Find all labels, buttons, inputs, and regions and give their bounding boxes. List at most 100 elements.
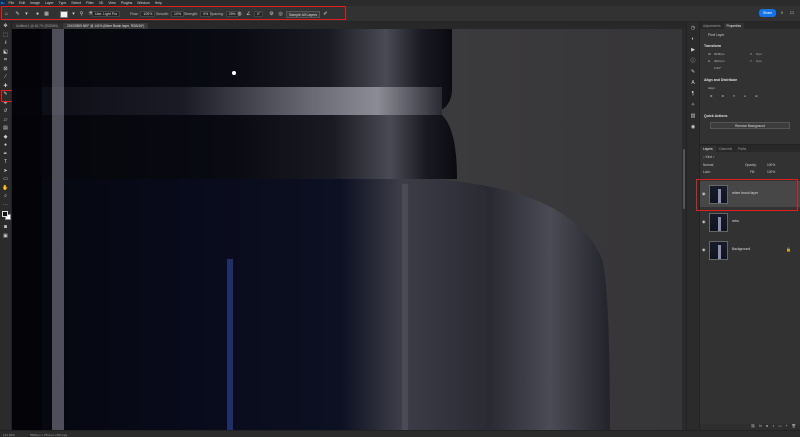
marquee-tool-icon[interactable]: ⬚ [0, 31, 11, 40]
fx-icon[interactable]: fx [759, 424, 762, 430]
height-value[interactable]: 4024 px [714, 59, 725, 63]
eyedropper-tool-icon[interactable]: ⁄ [0, 73, 11, 82]
sample-all-layers-button[interactable]: Sample All Layers [286, 10, 321, 18]
path-select-tool-icon[interactable]: ➤ [0, 167, 11, 176]
airbrush-icon[interactable]: ◍ [236, 11, 243, 18]
transform-heading[interactable]: Transform [704, 44, 721, 48]
tab-channels[interactable]: Channels [716, 146, 735, 152]
dodge-tool-icon[interactable]: ● [0, 141, 11, 150]
adjustment-icon[interactable]: ◑ [772, 424, 774, 430]
home-icon[interactable]: ⌂ [3, 11, 10, 18]
move-tool-icon[interactable]: ✥ [0, 22, 11, 31]
healing-tool-icon[interactable]: ✚ [0, 82, 11, 91]
flow-input[interactable]: 100% [140, 11, 156, 17]
layer-name[interactable]: mixer brush layer [732, 191, 758, 195]
mixer-brush-tool-icon[interactable]: ✎ [0, 90, 11, 99]
pen-pressure-icon[interactable]: ✐ [322, 11, 329, 18]
brush-settings-icon[interactable]: ▦ [43, 11, 50, 18]
history-brush-tool-icon[interactable]: ↺ [0, 107, 11, 116]
link-layers-icon[interactable]: ⛓ [751, 424, 755, 430]
align-heading[interactable]: Align and Distribute [704, 78, 737, 82]
y-value[interactable]: 0 px [756, 59, 762, 63]
load-brush-icon[interactable]: ⚲ [78, 11, 85, 18]
delete-layer-icon[interactable]: 🗑 [792, 424, 796, 430]
libraries-icon[interactable]: ▥ [687, 110, 699, 121]
settings-icon[interactable]: ⚙ [268, 11, 275, 18]
fill-input[interactable]: 100% [767, 170, 775, 174]
layers-panel: Layers Channels Paths ⌕ Kind ▾ Normal Op… [700, 144, 800, 430]
history-icon[interactable]: ◷ [687, 22, 699, 33]
properties-tabs: Adjustments Properties [700, 22, 800, 29]
tab-properties[interactable]: Properties [723, 23, 745, 29]
foreground-color-swatch[interactable] [2, 211, 8, 217]
info-icon[interactable]: ⓘ [687, 55, 699, 66]
chevron-down-icon[interactable]: ▾ [70, 11, 77, 18]
frame-tool-icon[interactable]: ⊠ [0, 65, 11, 74]
quick-mask-icon[interactable]: ◙ [0, 223, 11, 232]
opacity-input[interactable]: 100% [767, 163, 775, 167]
load-swatch[interactable] [60, 10, 68, 18]
learn-icon[interactable]: ✧ [687, 99, 699, 110]
new-layer-icon[interactable]: + [786, 424, 788, 430]
angle-input[interactable]: 0° [254, 11, 264, 17]
blur-tool-icon[interactable]: ◆ [0, 133, 11, 142]
tab-adjustments[interactable]: Adjustments [700, 23, 724, 29]
play-icon[interactable]: ▶ [687, 44, 699, 55]
share-button[interactable]: Share [759, 9, 776, 17]
y-label: Y [750, 59, 753, 63]
mixer-brush-icon[interactable]: ✎ [14, 11, 21, 18]
shape-tool-icon[interactable]: ▭ [0, 175, 11, 184]
pen-tool-icon[interactable]: ✒ [0, 150, 11, 159]
hand-tool-icon[interactable]: ✋ [0, 184, 11, 193]
eye-icon[interactable]: ◉ [702, 247, 706, 252]
eye-icon[interactable]: ◉ [702, 191, 706, 196]
search-icon[interactable]: ⌕ [778, 9, 786, 17]
group-icon[interactable]: ▭ [778, 424, 781, 430]
layer-row-background[interactable]: ◉ Background 🔒 [700, 237, 800, 263]
angle-value[interactable]: 0.00° [714, 66, 721, 70]
layer-filter-kind[interactable]: ⌕ Kind ▾ [703, 155, 714, 159]
workspace-icon[interactable]: ▭ [788, 9, 796, 17]
pressure-icon[interactable]: ◎ [277, 11, 284, 18]
width-value[interactable]: 6048 px [714, 52, 725, 56]
lasso-tool-icon[interactable]: ℓ [0, 39, 11, 48]
layer-row-retro[interactable]: ◉ retro [700, 209, 800, 235]
smooth-input[interactable]: 10% [171, 11, 185, 17]
blend-mode-select[interactable]: Normal [703, 163, 713, 167]
zoom-tool-icon[interactable]: ⌕ [0, 192, 11, 201]
more-tools-icon[interactable]: ⋯ [0, 201, 11, 210]
character-icon[interactable]: A [687, 77, 699, 88]
layer-name[interactable]: retro [732, 219, 739, 223]
layer-row-mixer-brush[interactable]: ◉ mixer brush layer [700, 181, 800, 207]
scrollbar-thumb[interactable] [683, 149, 685, 209]
eye-icon[interactable]: ◉ [702, 219, 706, 224]
brush-preset-icon[interactable]: ● [34, 11, 41, 18]
discover-icon[interactable]: ◉ [687, 121, 699, 132]
object-select-tool-icon[interactable]: ⬕ [0, 48, 11, 57]
color-icon[interactable]: ◐ [687, 33, 699, 44]
remove-background-button[interactable]: Remove Background [710, 122, 790, 129]
type-tool-icon[interactable]: T [0, 158, 11, 167]
crop-tool-icon[interactable]: ⌗ [0, 56, 11, 65]
color-swatches[interactable] [0, 209, 11, 223]
chevron-down-icon[interactable]: ▾ [23, 11, 30, 18]
gradient-tool-icon[interactable]: ▤ [0, 124, 11, 133]
lock-icon[interactable]: 🔒 [786, 247, 791, 252]
tab-layers[interactable]: Layers [700, 146, 716, 152]
tab-paths[interactable]: Paths [735, 146, 749, 152]
mask-icon[interactable]: ◘ [766, 424, 768, 430]
screen-mode-icon[interactable]: ▣ [0, 232, 11, 241]
paragraph-icon[interactable]: ¶ [687, 88, 699, 99]
layer-thumbnail [709, 213, 728, 232]
zoom-readout[interactable]: 141.04% [3, 433, 15, 437]
quick-actions-heading[interactable]: Quick Actions [704, 114, 727, 118]
align-icons[interactable]: ⊏ ⊐ ⊓ ⊔ ⊞ [710, 94, 762, 98]
canvas[interactable] [12, 29, 686, 430]
brush-combination-select[interactable]: Use: Light Pro [92, 11, 121, 17]
clone-stamp-tool-icon[interactable]: ⎈ [0, 99, 11, 108]
layers-footer: ⛓ fx ◘ ◑ ▭ + 🗑 [700, 424, 800, 430]
x-value[interactable]: 0 px [756, 52, 762, 56]
layer-name[interactable]: Background [732, 247, 750, 251]
brush-settings-icon[interactable]: ✎ [687, 66, 699, 77]
eraser-tool-icon[interactable]: ▱ [0, 116, 11, 125]
